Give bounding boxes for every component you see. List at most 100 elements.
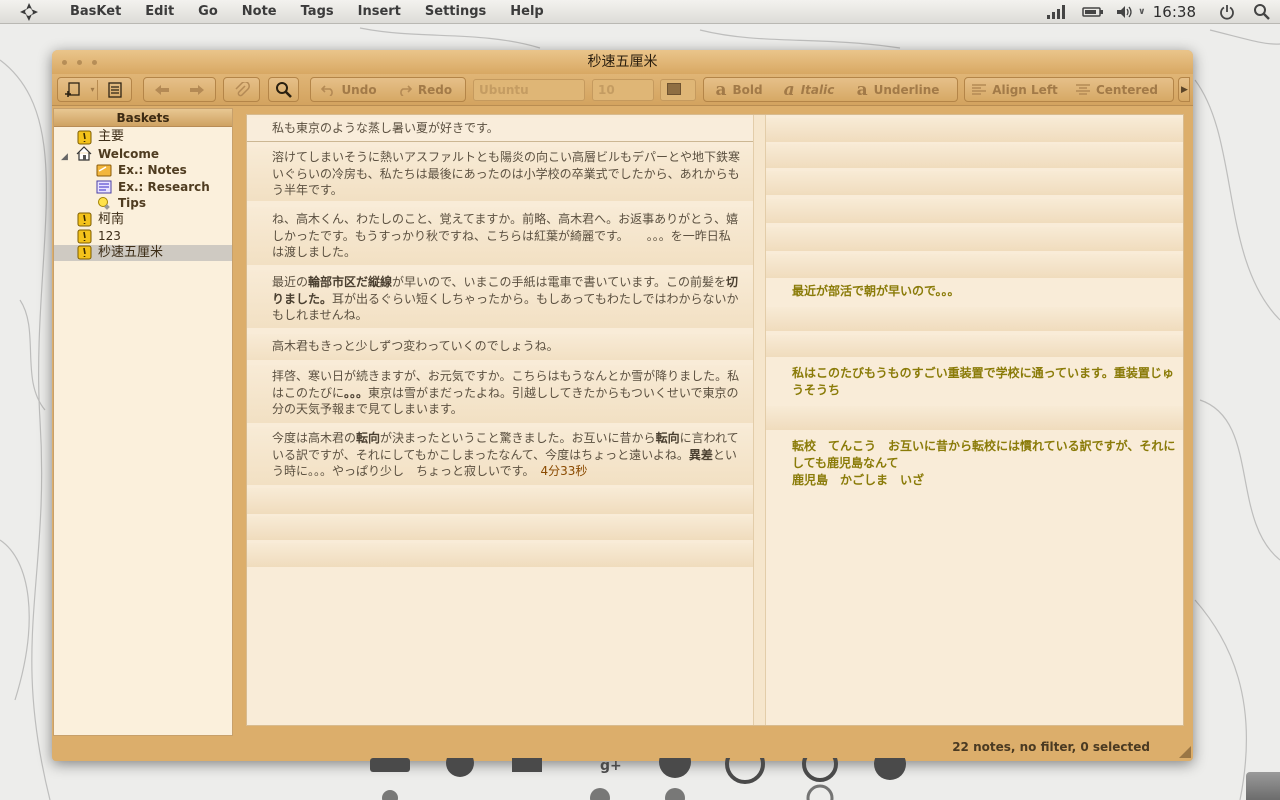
note-item[interactable]: 拝啓、寒い日が続きますが、お元気ですか。こちらはもうなんとか雪が降りました。私は… [247, 365, 753, 423]
empty-note-slot[interactable] [247, 488, 753, 514]
column-splitter[interactable] [754, 115, 765, 725]
network-signal-icon[interactable] [1039, 0, 1073, 24]
menu-insert[interactable]: Insert [346, 0, 413, 24]
resize-grip-icon[interactable] [1179, 746, 1191, 758]
italic-button[interactable]: a Italic [774, 78, 844, 101]
note-item[interactable]: 転校 てんこう お互いに昔から転校には慣れている訳ですが、それにしても鹿児島なん… [766, 438, 1183, 494]
note-item[interactable]: 最近の輪部市区だ縦線が早いので、いまこの手紙は電車で書いています。この前髪を切り… [247, 270, 753, 328]
note-timestamp: 4分33秒 [540, 464, 588, 478]
empty-note-slot[interactable] [766, 307, 1183, 331]
menu-go[interactable]: Go [186, 0, 230, 24]
tree-item-5cm[interactable]: 秒速五厘米 [54, 244, 232, 261]
undo-label: Undo [341, 82, 377, 97]
minimize-button[interactable] [77, 60, 82, 65]
new-basket-button[interactable] [58, 78, 88, 101]
note-bold-text: 。。。 [344, 385, 369, 400]
empty-note-slot[interactable] [766, 335, 1183, 357]
note-text: 今度は高木君の [272, 431, 357, 445]
search-group [268, 77, 299, 102]
note-item[interactable]: 私も東京のような蒸し暑い夏が好きです。 [247, 118, 753, 142]
clock[interactable]: 16:38 [1153, 0, 1196, 24]
underline-label: Underline [873, 82, 940, 97]
align-center-icon [1075, 83, 1090, 95]
redo-label: Redo [417, 82, 453, 97]
note-item[interactable]: 私はこのたびもうものすごい重装置で学校に通っています。重装置じゅうそうち [766, 365, 1183, 401]
bold-button[interactable]: a Bold [704, 78, 774, 101]
empty-note-slot[interactable] [766, 199, 1183, 223]
menu-help[interactable]: Help [498, 0, 555, 24]
basket-tree: 主要 ◢ Welcome Ex.: Notes Ex.: Research Ti… [54, 127, 232, 261]
paperclip-icon[interactable] [224, 78, 259, 101]
empty-note-slot[interactable] [766, 144, 1183, 168]
empty-note-slot[interactable] [766, 118, 1183, 142]
note-bold-text: 転向 [655, 431, 680, 445]
system-tray: ∨ 16:38 [1039, 0, 1280, 24]
forward-arrow-icon[interactable] [180, 78, 216, 101]
tree-item-ex-notes[interactable]: Ex.: Notes [54, 162, 232, 179]
font-family-select[interactable]: Ubuntu [473, 79, 585, 101]
centered-button[interactable]: Centered [1065, 78, 1169, 101]
close-button[interactable] [62, 60, 67, 65]
tree-item-ex-research[interactable]: Ex.: Research [54, 179, 232, 196]
tree-item-tips[interactable]: Tips [54, 195, 232, 212]
battery-icon[interactable] [1073, 0, 1113, 24]
filter-search-icon[interactable] [269, 78, 298, 101]
tree-item-conan[interactable]: 柯南 [54, 212, 232, 229]
align-left-icon [972, 83, 987, 95]
toolbar-overflow-button[interactable]: ▶ [1178, 77, 1190, 102]
window-titlebar[interactable]: 秒速五厘米 [52, 50, 1193, 74]
menu-edit[interactable]: Edit [133, 0, 186, 24]
note-item[interactable]: 今度は高木君の転向が決まったということ驚きました。お互いに昔から転向に言われてい… [247, 427, 753, 485]
volume-chevron-down-icon[interactable]: ∨ [1137, 0, 1147, 24]
search-icon[interactable] [1244, 0, 1280, 24]
empty-note-slot[interactable] [766, 227, 1183, 251]
note-basket-icon [76, 245, 92, 261]
dock-bar: g+ [370, 758, 906, 800]
note-item[interactable]: ね、高木くん、わたしのこと、覚えてますか。前略、高木君へ。お返事ありがとう、嬉し… [247, 207, 753, 265]
tree-item-123[interactable]: 123 [54, 228, 232, 245]
text-format-group: a Bold a Italic a Underline [703, 77, 958, 102]
menu-tags[interactable]: Tags [289, 0, 346, 24]
basket-app-icon[interactable] [16, 0, 42, 24]
svg-text:g+: g+ [600, 758, 622, 774]
empty-note-slot[interactable] [247, 516, 753, 540]
menu-note[interactable]: Note [230, 0, 289, 24]
tree-item-label: 柯南 [98, 211, 125, 227]
redo-button[interactable]: Redo [387, 78, 463, 101]
tree-item-welcome[interactable]: ◢ Welcome [54, 146, 232, 163]
font-size-select[interactable]: 10 [592, 79, 654, 101]
text-color-button[interactable] [660, 79, 696, 101]
note-item[interactable]: 溶けてしまいそうに熱いアスファルトとも陽炎の向こい高層ビルもデパーとや地下鉄寒い… [247, 147, 753, 201]
workspace-switcher-button[interactable] [1246, 772, 1280, 800]
empty-note-slot[interactable] [766, 406, 1183, 430]
note-basket-icon [76, 212, 92, 228]
back-arrow-icon[interactable] [144, 78, 180, 101]
note-bold-text: 輪部市区だ縦線 [308, 275, 393, 289]
menu-settings[interactable]: Settings [413, 0, 498, 24]
notes-column-right: 最近が部活で朝が早いので。。。 私はこのたびもうものすごい重装置で学校に通ってい… [765, 115, 1183, 725]
color-swatch [667, 83, 681, 95]
note-basket-icon [76, 228, 92, 244]
empty-note-slot[interactable] [247, 543, 753, 567]
note-item[interactable]: 高木君もきっと少しずつ変わっていくのでしょうね。 [247, 334, 753, 360]
new-basket-chevron-down-icon[interactable]: ▾ [88, 78, 98, 101]
menu-basket[interactable]: BasKet [70, 0, 133, 24]
note-item[interactable]: 最近が部活で朝が早いので。。。 [766, 283, 1183, 305]
underline-button[interactable]: a Underline [844, 78, 952, 101]
power-icon[interactable] [1210, 0, 1244, 24]
dock-app-icon [370, 758, 410, 772]
empty-note-slot[interactable] [766, 171, 1183, 195]
navigation-group [143, 77, 216, 102]
undo-button[interactable]: Undo [311, 78, 387, 101]
tree-item-main[interactable]: 主要 [54, 129, 232, 146]
note-text: 最近の [272, 275, 309, 289]
align-left-button[interactable]: Align Left [965, 78, 1065, 101]
tree-item-label: Ex.: Notes [118, 163, 187, 178]
tree-item-label: Welcome [98, 146, 160, 161]
note-text: が早いので、いまこの手紙は電車で書いています。この前髪を [392, 275, 726, 289]
tree-item-label: 123 [98, 229, 121, 244]
empty-note-slot[interactable] [766, 254, 1183, 278]
basket-properties-button[interactable] [98, 78, 131, 101]
maximize-button[interactable] [92, 60, 97, 65]
volume-icon[interactable] [1113, 0, 1137, 24]
